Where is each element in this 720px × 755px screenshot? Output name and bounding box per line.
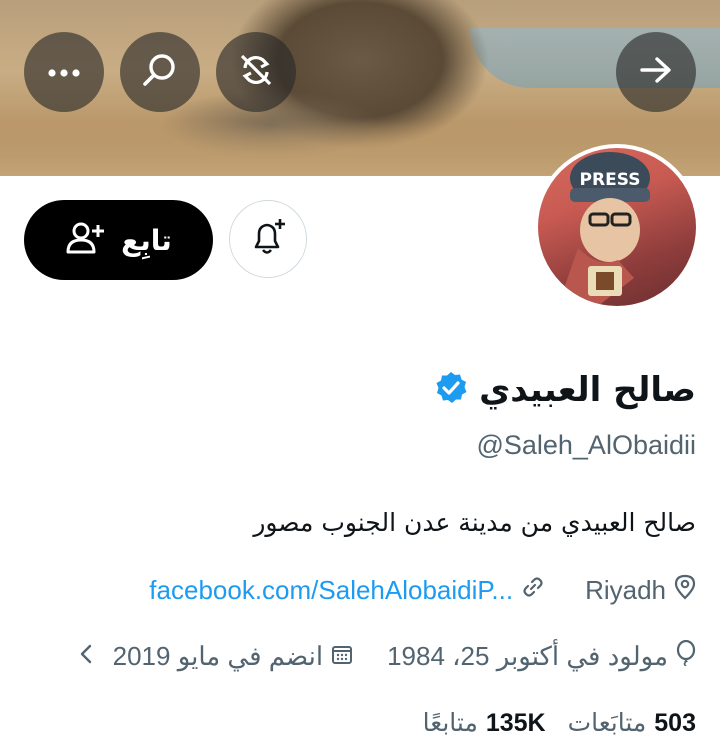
no-retweet-icon — [236, 50, 276, 94]
follow-label: تابِع — [121, 223, 172, 257]
person-plus-icon — [65, 221, 105, 259]
link-icon — [521, 575, 545, 606]
following-label: متابَعات — [567, 708, 647, 737]
arrow-right-icon — [638, 55, 674, 89]
following-count: 503 — [654, 709, 696, 737]
user-handle: @Saleh_AlObaidii — [476, 430, 696, 460]
joined-date: انضم في مايو 2019 — [112, 641, 324, 671]
followers-label: متابعًا — [422, 708, 478, 737]
back-button[interactable] — [616, 32, 696, 112]
display-name: صالح العبيدي — [479, 370, 696, 410]
profile-name-row: صالح العبيدي — [433, 370, 696, 410]
avatar-photo: PRESS — [538, 148, 696, 306]
search-button[interactable] — [120, 32, 200, 112]
profile-bio: صالح العبيدي من مدينة عدن الجنوب مصور — [253, 508, 696, 537]
location-link-row: facebook.com/SalehAlobaidiP... Riyadh — [149, 574, 696, 607]
follow-button[interactable]: تابِع — [24, 200, 213, 280]
bell-plus-icon — [248, 217, 288, 261]
profile-location: Riyadh — [585, 575, 666, 605]
location-pin-icon — [674, 574, 696, 607]
calendar-icon — [331, 641, 353, 672]
birthday-date: مولود في أكتوبر 25، 1984 — [387, 641, 668, 671]
profile-link[interactable]: facebook.com/SalehAlobaidiP... — [149, 575, 513, 606]
followers-count: 135K — [485, 709, 546, 737]
search-icon — [141, 51, 179, 93]
followers-stat[interactable]: 135K متابعًا — [423, 708, 546, 738]
following-stat[interactable]: 503 متابَعات — [568, 708, 696, 738]
balloon-icon — [676, 639, 696, 673]
more-button[interactable] — [24, 32, 104, 112]
verified-badge-icon[interactable] — [433, 370, 469, 410]
dates-row: انضم في مايو 2019 مولود في أكتوبر 25، 19… — [79, 639, 696, 673]
notifications-button[interactable] — [229, 200, 307, 278]
chevron-left-icon[interactable] — [79, 641, 93, 672]
follow-stats: 503 متابَعات 135K متابعًا — [423, 708, 696, 738]
profile-avatar[interactable]: PRESS — [534, 144, 700, 310]
block-retweets-button[interactable] — [216, 32, 296, 112]
avatar-press-text: PRESS — [580, 170, 641, 190]
more-dots-icon — [47, 63, 81, 82]
